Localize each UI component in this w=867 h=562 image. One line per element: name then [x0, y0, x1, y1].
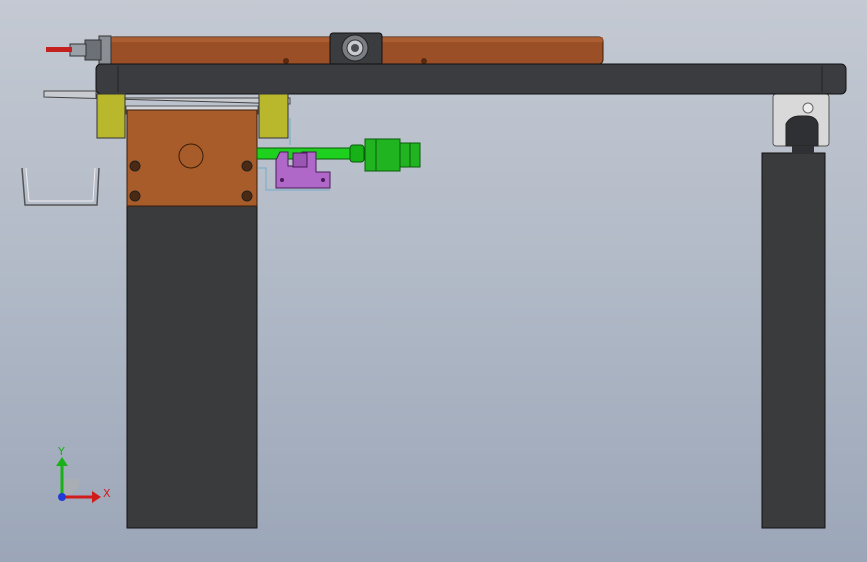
motor-block	[125, 105, 259, 207]
left-support-pillar	[126, 204, 258, 529]
pneumatic-cylinder	[46, 35, 604, 65]
axis-triad: Y X	[56, 445, 111, 503]
right-yellow-bracket	[258, 93, 289, 139]
center-fitting	[329, 32, 383, 66]
cad-viewport[interactable]: Y X	[0, 0, 867, 562]
left-yellow-bracket	[96, 93, 126, 139]
linear-guide-block	[772, 93, 830, 154]
cad-model-drawing: Y X	[21, 32, 847, 529]
x-axis-label: X	[103, 487, 111, 500]
z-axis-dot	[58, 493, 66, 501]
right-support-pillar	[761, 152, 826, 529]
y-axis-label: Y	[57, 445, 65, 458]
air-fitting-red	[46, 47, 72, 52]
wire-hook-bracket	[21, 167, 100, 206]
horizontal-beam	[95, 63, 847, 95]
